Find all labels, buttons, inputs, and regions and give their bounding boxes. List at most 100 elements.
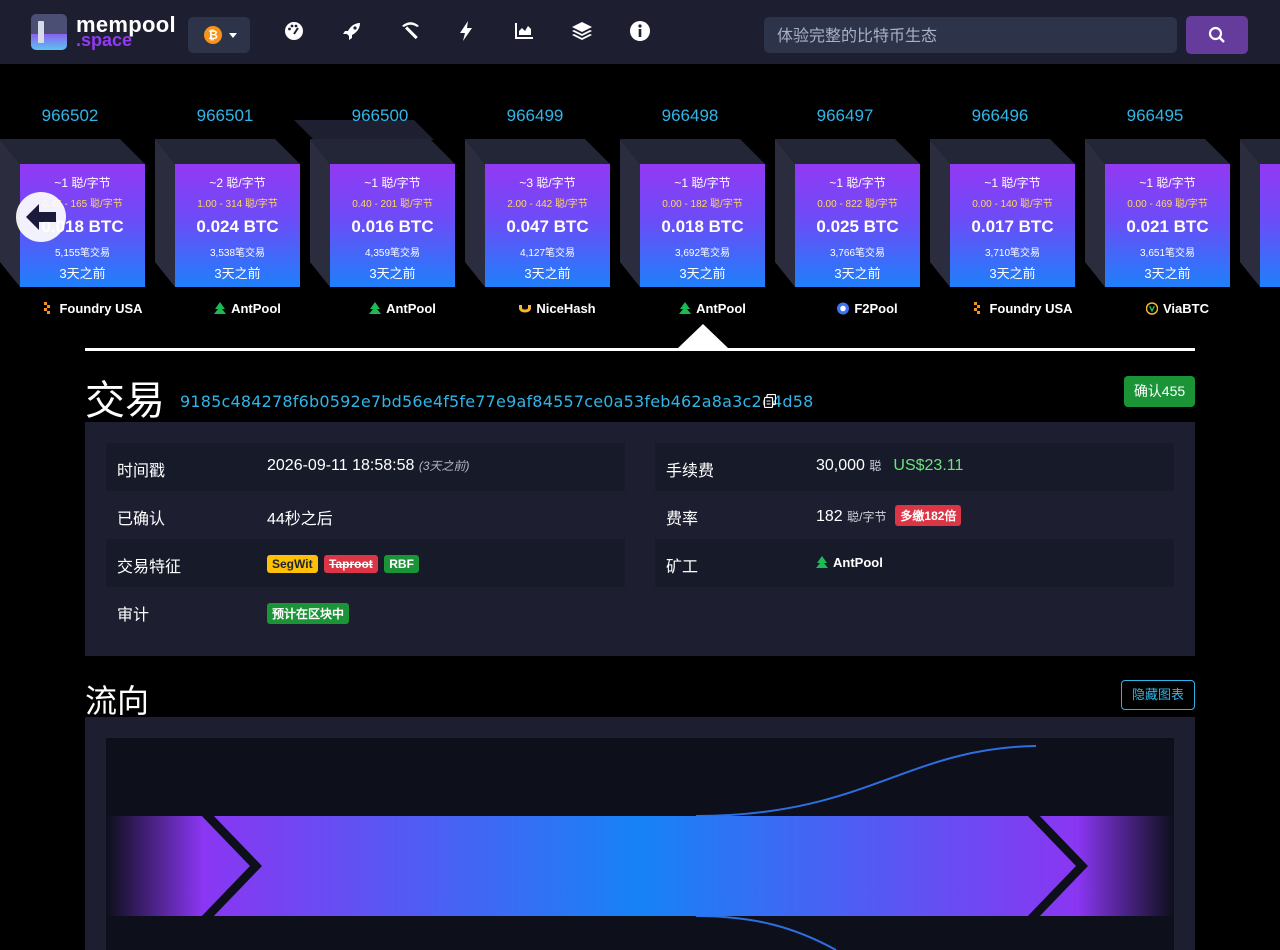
search-button[interactable] <box>1186 16 1248 54</box>
rbf-badge[interactable]: RBF <box>384 555 419 573</box>
block-cube-top <box>1085 139 1230 164</box>
blockchain-strip: 966502 ~1 聪/字节 0.45 - 165 聪/字节 0.018 BTC… <box>0 64 1280 346</box>
block-pool[interactable]: Foundry USA <box>20 301 165 316</box>
logo-subtext: .space <box>76 30 133 50</box>
block-fee-range: 0.00 - 822 聪/字节 <box>817 199 898 210</box>
timestamp-row: 时间戳 2026-09-11 18:58:58 (3天之前) <box>106 443 625 491</box>
block-pool[interactable]: NiceHash <box>485 301 630 316</box>
block-fee-range: 0.00 - 182 聪/字节 <box>662 199 743 210</box>
block-time: 3天之前 <box>369 266 416 281</box>
fee-label: 手续费 <box>666 463 715 480</box>
block-card[interactable]: 966500 ~1 聪/字节 0.40 - 201 聪/字节 0.016 BTC… <box>310 64 460 346</box>
block-fee-range: 1.00 - 314 聪/字节 <box>197 199 278 210</box>
timestamp-value: 2026-09-11 18:58:58 (3天之前) <box>267 457 470 475</box>
block-pool[interactable]: AntPool <box>330 301 475 316</box>
block-pool[interactable]: AntPool <box>175 301 320 316</box>
network-selector[interactable]: ₿ <box>188 17 250 53</box>
taproot-badge[interactable]: Taproot <box>324 555 378 573</box>
block-cube-face: ~2 聪/字节 1.00 - 314 聪/字节 0.024 BTC 3,538笔… <box>175 164 300 287</box>
search-input[interactable] <box>764 17 1177 53</box>
block-card[interactable]: 966496 ~1 聪/字节 0.00 - 140 聪/字节 0.017 BTC… <box>930 64 1080 346</box>
caret-down-icon <box>229 33 237 38</box>
block-tx-count: 3,710笔交易 <box>984 248 1041 259</box>
copy-icon[interactable] <box>764 394 776 408</box>
block-time: 3天之前 <box>524 266 571 281</box>
block-cube-face: ~1 聪/字节 0.00 - 469 聪/字节 0.021 BTC 3,651笔… <box>1105 164 1230 287</box>
block-height[interactable]: 966495 <box>1085 106 1225 126</box>
block-time: 3天之前 <box>59 266 106 281</box>
block-time: 3天之前 <box>1144 266 1191 281</box>
fee-rate-label: 费率 <box>666 511 699 528</box>
block-fee-median: ~1 聪/字节 <box>1139 176 1196 190</box>
features-row: 交易特征 SegWit Taproot RBF <box>106 539 625 587</box>
block-height[interactable]: 966500 <box>310 106 450 126</box>
flow-diagram <box>106 738 1174 950</box>
arrow-left-icon <box>26 204 56 230</box>
timestamp-text: 2026-09-11 18:58:58 <box>267 457 415 474</box>
output-flow-line[interactable] <box>695 915 837 950</box>
segwit-badge[interactable]: SegWit <box>267 555 318 573</box>
block-card[interactable]: 966498 ~1 聪/字节 0.00 - 182 聪/字节 0.018 BTC… <box>620 64 770 346</box>
audit-row: 审计 预计在区块中 <box>106 587 625 635</box>
block-cube-face: ~1 聪/字节 0.40 - 201 聪/字节 0.016 BTC 4,359笔… <box>330 164 455 287</box>
output-flow-line[interactable] <box>695 745 1037 817</box>
features-badges: SegWit Taproot RBF <box>267 555 421 574</box>
block-card[interactable]: 966495 ~1 聪/字节 0.00 - 469 聪/字节 0.021 BTC… <box>1085 64 1235 346</box>
block-height[interactable]: 966498 <box>620 106 760 126</box>
mempool-logo[interactable]: mempool .space <box>31 12 176 52</box>
block-pool[interactable]: F2Pool <box>795 301 940 316</box>
block-height[interactable]: 966502 <box>0 106 140 126</box>
block-pool[interactable]: ViaBTC <box>1105 301 1250 316</box>
rocket-icon[interactable] <box>341 20 363 42</box>
block-cube-face: ~1 聪/字节 0.00 - 822 聪/字节 0.025 BTC 3,766笔… <box>795 164 920 287</box>
antpool-icon <box>679 302 692 314</box>
block-height[interactable]: 966496 <box>930 106 1070 126</box>
block-card-partial[interactable] <box>1240 139 1280 287</box>
hide-diagram-button[interactable]: 隐藏图表 <box>1121 680 1195 710</box>
block-cube-top <box>310 139 455 164</box>
pickaxe-icon[interactable] <box>399 20 421 42</box>
layers-icon[interactable] <box>571 20 593 42</box>
confirmations-badge: 确认455 <box>1124 376 1195 407</box>
confirmed-value: 44秒之后 <box>267 511 333 528</box>
block-cube-side <box>930 139 950 287</box>
pool-name: AntPool <box>386 301 436 316</box>
dashboard-icon[interactable] <box>283 20 305 42</box>
block-card[interactable]: 966501 ~2 聪/字节 1.00 - 314 聪/字节 0.024 BTC… <box>155 64 305 346</box>
miner-value[interactable]: AntPool <box>816 555 883 570</box>
block-cube-top <box>930 139 1075 164</box>
block-height[interactable]: 966501 <box>155 106 295 126</box>
timestamp-ago: (3天之前) <box>418 459 470 473</box>
miner-name: AntPool <box>833 555 883 570</box>
block-pool[interactable]: AntPool <box>640 301 785 316</box>
timestamp-label: 时间戳 <box>117 463 166 480</box>
overpaid-badge: 多缴182倍 <box>895 505 962 526</box>
block-pool[interactable]: Foundry USA <box>950 301 1095 316</box>
lightning-icon[interactable] <box>455 20 477 42</box>
f2pool-icon <box>837 302 850 315</box>
confirmed-row: 已确认 44秒之后 <box>106 491 625 539</box>
antpool-icon <box>369 302 382 314</box>
tx-flow-diagram <box>106 745 1174 950</box>
block-tx-count: 4,127笔交易 <box>519 248 576 259</box>
block-cube-side <box>465 139 485 287</box>
block-card[interactable]: 966499 ~3 聪/字节 2.00 - 442 聪/字节 0.047 BTC… <box>465 64 615 346</box>
block-tx-count: 3,538笔交易 <box>209 248 266 259</box>
block-card[interactable]: 966497 ~1 聪/字节 0.00 - 822 聪/字节 0.025 BTC… <box>775 64 925 346</box>
audit-badge: 预计在区块中 <box>267 603 350 624</box>
block-fee-range: 0.00 - 469 聪/字节 <box>1127 199 1208 210</box>
flow-section-title: 流向 <box>85 682 150 720</box>
block-tx-count: 3,692笔交易 <box>674 248 731 259</box>
top-navbar: mempool .space ₿ <box>0 0 1280 64</box>
main-flow-band[interactable] <box>106 816 1174 916</box>
block-height[interactable]: 966499 <box>465 106 605 126</box>
block-height[interactable]: 966497 <box>775 106 915 126</box>
transaction-id[interactable]: 9185c484278f6b0592e7bd56e4f5fe77e9af8455… <box>180 392 813 411</box>
foundry-pool-icon <box>974 302 981 314</box>
block-cube-side <box>155 139 175 287</box>
chart-icon[interactable] <box>513 20 535 42</box>
block-cube-face: ~3 聪/字节 2.00 - 442 聪/字节 0.047 BTC 4,127笔… <box>485 164 610 287</box>
features-label: 交易特征 <box>117 559 182 576</box>
info-icon[interactable] <box>629 20 651 42</box>
scroll-back-button[interactable] <box>16 192 66 242</box>
